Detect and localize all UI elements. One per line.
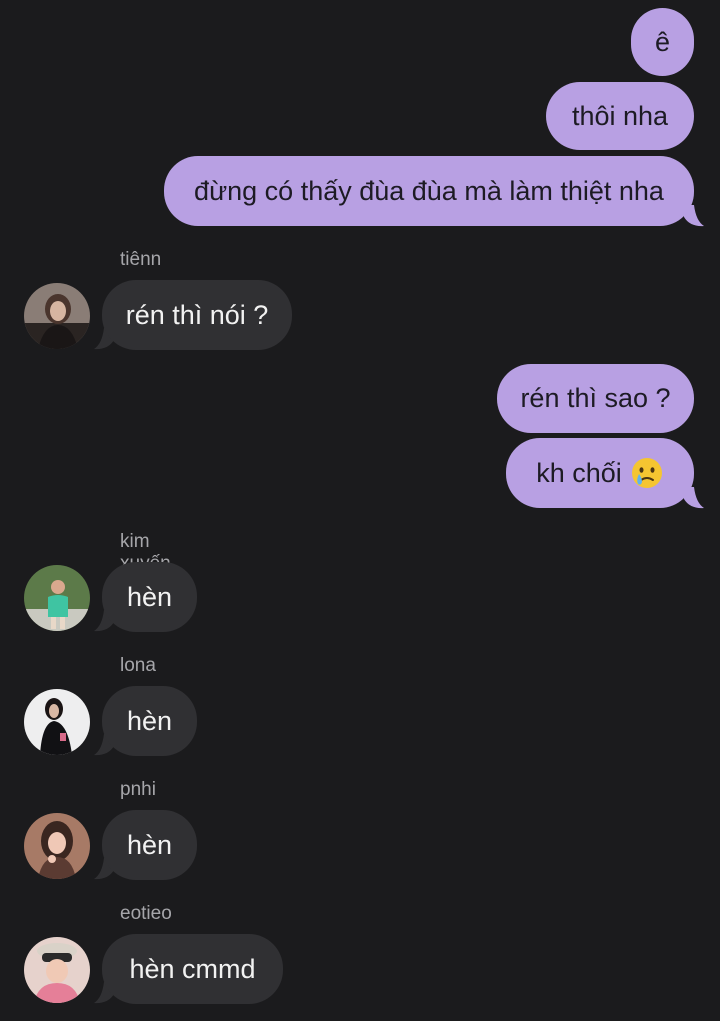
- sender-name: eotieo: [120, 903, 172, 924]
- avatar[interactable]: [24, 813, 90, 879]
- message-bubble[interactable]: hèn cmmd: [102, 934, 283, 1004]
- message-text: ê: [654, 26, 671, 57]
- message-bubble[interactable]: hèn: [102, 810, 197, 880]
- sender-name: pnhi: [120, 779, 156, 800]
- avatar-image: [24, 813, 90, 879]
- message-text: rén thì sao ?: [520, 383, 671, 413]
- message-text: thôi nha: [571, 100, 669, 131]
- avatar-image: [24, 565, 90, 631]
- message-bubble[interactable]: kh chối: [506, 438, 694, 508]
- message-bubble[interactable]: thôi nha: [546, 82, 694, 150]
- message-bubble[interactable]: hèn: [102, 686, 197, 756]
- avatar[interactable]: [24, 689, 90, 755]
- crying-face-emoji: [631, 458, 662, 488]
- avatar-image: [24, 937, 90, 1003]
- message-bubble[interactable]: hèn: [102, 562, 197, 632]
- message-bubble[interactable]: rén thì sao ?: [497, 364, 694, 433]
- avatar-image: [24, 283, 90, 349]
- message-text: hèn: [126, 829, 173, 860]
- message-text: kh chối: [536, 457, 622, 488]
- message-text: rén thì nói ?: [125, 299, 269, 330]
- message-bubble[interactable]: rén thì nói ?: [102, 280, 292, 350]
- bubble-tail: [684, 487, 704, 509]
- avatar[interactable]: [24, 565, 90, 631]
- message-bubble[interactable]: ê: [631, 8, 694, 76]
- avatar-image: [24, 689, 90, 755]
- sender-name: lona: [120, 655, 156, 676]
- sender-name: tiênn: [120, 249, 162, 270]
- avatar[interactable]: [24, 937, 90, 1003]
- bubble-tail: [684, 205, 704, 227]
- avatar[interactable]: [24, 283, 90, 349]
- message-text: đừng có thấy đùa đùa mà làm thiệt nha: [194, 175, 664, 206]
- message-text: hèn: [126, 705, 173, 736]
- message-text: hèn cmmd: [129, 953, 256, 984]
- message-bubble[interactable]: đừng có thấy đùa đùa mà làm thiệt nha: [164, 156, 694, 226]
- message-text: hèn: [126, 581, 173, 612]
